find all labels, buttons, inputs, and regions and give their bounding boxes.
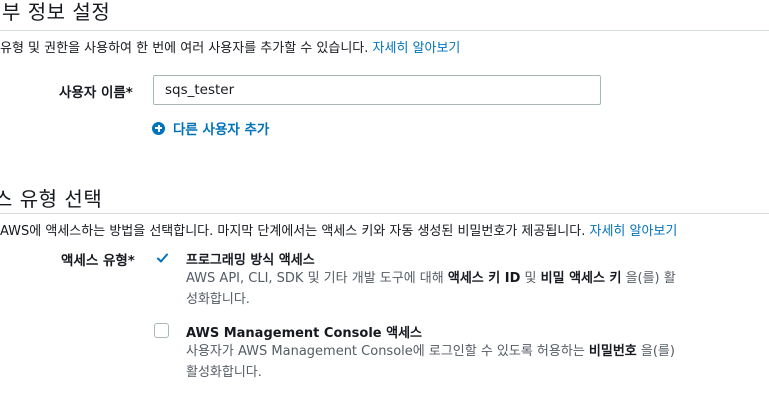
access-key-id-text: 액세스 키 ID — [447, 271, 521, 286]
add-another-user-button[interactable]: 다른 사용자 추가 — [152, 118, 269, 138]
secret-access-key-text: 비밀 액세스 키 — [540, 271, 622, 286]
user-details-learn-more-link[interactable]: 자세히 알아보기 — [373, 41, 461, 56]
programmatic-desc-text: 을(를) 활 — [621, 271, 676, 286]
console-access-description: 사용자가 AWS Management Console에 로그인할 수 있도록 … — [186, 341, 746, 383]
access-type-description-row: AWS에 액세스하는 방법을 선택합니다. 마지막 단계에서는 액세스 키와 자… — [0, 220, 677, 239]
checkmark-icon — [157, 253, 168, 263]
programmatic-desc-text: AWS API, CLI, SDK 및 기타 개발 도구에 대해 — [186, 271, 448, 286]
section-divider — [0, 30, 769, 31]
programmatic-access-description: AWS API, CLI, SDK 및 기타 개발 도구에 대해 액세스 키 I… — [186, 268, 746, 310]
console-desc-text: 사용자가 AWS Management Console에 로그인할 수 있도록 … — [186, 344, 589, 359]
username-input[interactable] — [153, 75, 601, 105]
console-access-checkbox[interactable] — [154, 323, 169, 338]
console-desc-text: 을(를) — [636, 344, 675, 359]
programmatic-access-title: 프로그래밍 방식 액세스 — [186, 253, 315, 268]
programmatic-desc-text: 및 — [520, 271, 541, 286]
user-details-description-row: 유형 및 권한을 사용하여 한 번에 여러 사용자를 추가할 수 있습니다. 자… — [0, 37, 460, 56]
set-user-details-page: 부 정보 설정 유형 및 권한을 사용하여 한 번에 여러 사용자를 추가할 수… — [0, 0, 769, 415]
username-label: 사용자 이름* — [59, 85, 133, 101]
access-type-description: AWS에 액세스하는 방법을 선택합니다. 마지막 단계에서는 액세스 키와 자… — [0, 224, 586, 239]
access-type-learn-more-link[interactable]: 자세히 알아보기 — [589, 224, 677, 239]
password-text: 비밀번호 — [588, 344, 637, 359]
section-divider — [0, 213, 769, 214]
access-type-label: 액세스 유형* — [61, 253, 135, 269]
access-type-title: 스 유형 선택 — [0, 187, 103, 211]
console-access-title: AWS Management Console 액세스 — [186, 326, 422, 341]
add-another-user-label: 다른 사용자 추가 — [173, 122, 270, 138]
user-details-description: 유형 및 권한을 사용하여 한 번에 여러 사용자를 추가할 수 있습니다. — [0, 41, 369, 56]
console-desc-text: 활성화합니다. — [186, 365, 262, 380]
user-details-title: 부 정보 설정 — [2, 0, 111, 24]
plus-circle-icon — [152, 121, 165, 135]
programmatic-desc-text: 성화합니다. — [186, 292, 250, 307]
programmatic-access-checkbox[interactable] — [154, 250, 169, 265]
